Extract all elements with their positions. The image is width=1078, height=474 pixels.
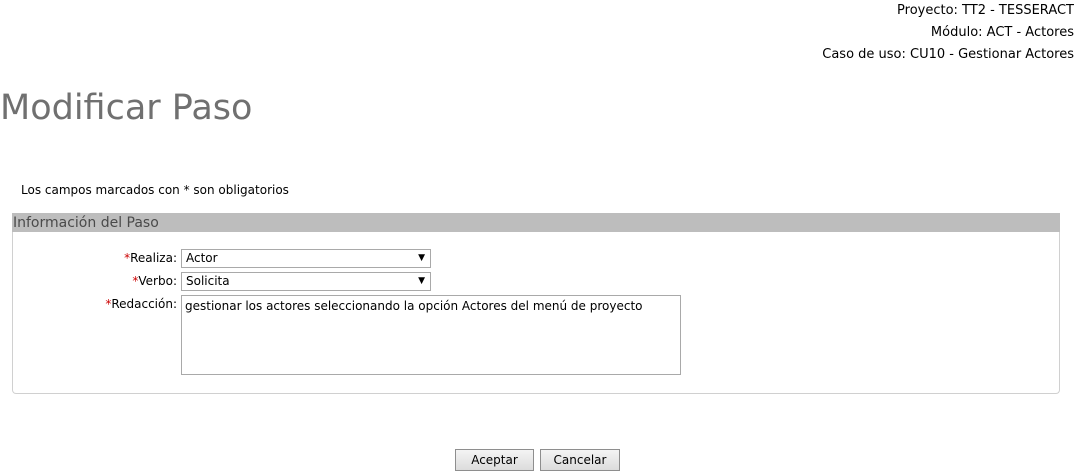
page: Proyecto: TT2 - TESSERACT Módulo: ACT - … (0, 0, 1078, 474)
realiza-selected-value: Actor (186, 251, 218, 265)
verbo-select[interactable]: Solicita ▼ (181, 272, 431, 291)
verbo-selected-value: Solicita (186, 274, 230, 288)
redaccion-label-text: Redacción: (111, 297, 177, 311)
redaccion-label: *Redacción: (13, 295, 181, 313)
verbo-label-text: Verbo: (138, 274, 177, 288)
module-label: Módulo: ACT - Actores (930, 25, 1074, 40)
form-buttons: Aceptar Cancelar (455, 449, 620, 471)
chevron-down-icon: ▼ (418, 276, 425, 286)
chevron-down-icon: ▼ (418, 253, 425, 263)
redaccion-textarea[interactable]: gestionar los actores seleccionando la o… (181, 295, 681, 375)
accept-button[interactable]: Aceptar (455, 449, 534, 471)
redaccion-row: *Redacción: gestionar los actores selecc… (13, 295, 681, 375)
fieldset-legend: Información del Paso (12, 213, 1060, 232)
step-info-fieldset: Información del Paso *Realiza: Actor ▼ *… (12, 213, 1060, 394)
page-title: Modificar Paso (0, 88, 253, 128)
realiza-row: *Realiza: Actor ▼ (13, 249, 431, 268)
project-label: Proyecto: TT2 - TESSERACT (897, 3, 1074, 18)
realiza-label: *Realiza: (13, 249, 181, 267)
realiza-select[interactable]: Actor ▼ (181, 249, 431, 268)
required-fields-note: Los campos marcados con * son obligatori… (21, 183, 289, 197)
verbo-row: *Verbo: Solicita ▼ (13, 272, 431, 291)
realiza-label-text: Realiza: (130, 251, 177, 265)
verbo-label: *Verbo: (13, 272, 181, 290)
cancel-button[interactable]: Cancelar (540, 449, 620, 471)
context-info: Proyecto: TT2 - TESSERACT Módulo: ACT - … (822, 0, 1074, 66)
use-case-label: Caso de uso: CU10 - Gestionar Actores (822, 47, 1074, 62)
